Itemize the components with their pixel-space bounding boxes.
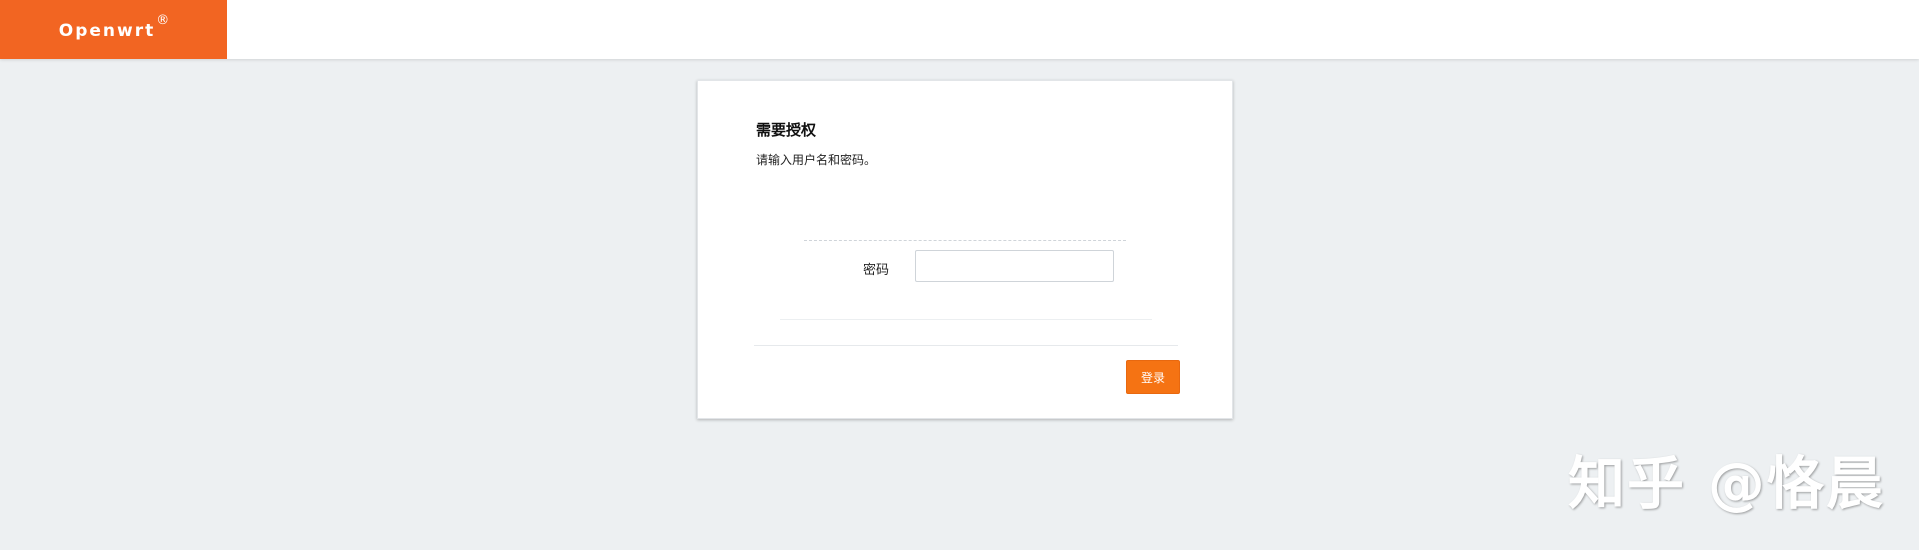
section-divider-dotted: [804, 240, 1126, 241]
login-description: 请输入用户名和密码。: [756, 153, 877, 167]
password-input[interactable]: [915, 250, 1114, 282]
brand-name: Openwrt: [58, 20, 156, 41]
brand-logo-link[interactable]: Openwrt ®: [0, 0, 227, 59]
zhihu-watermark: 知乎 @恪晨: [1568, 451, 1885, 517]
login-card: 需要授权 请输入用户名和密码。 密码 登录: [697, 80, 1233, 419]
registered-mark: ®: [156, 13, 170, 28]
login-button[interactable]: 登录: [1126, 360, 1180, 394]
top-navigation-bar: Openwrt ®: [0, 0, 1919, 59]
login-title: 需要授权: [756, 121, 817, 139]
fieldset-divider: [780, 319, 1152, 320]
actions-divider: [754, 345, 1178, 346]
password-label: 密码: [863, 263, 890, 278]
